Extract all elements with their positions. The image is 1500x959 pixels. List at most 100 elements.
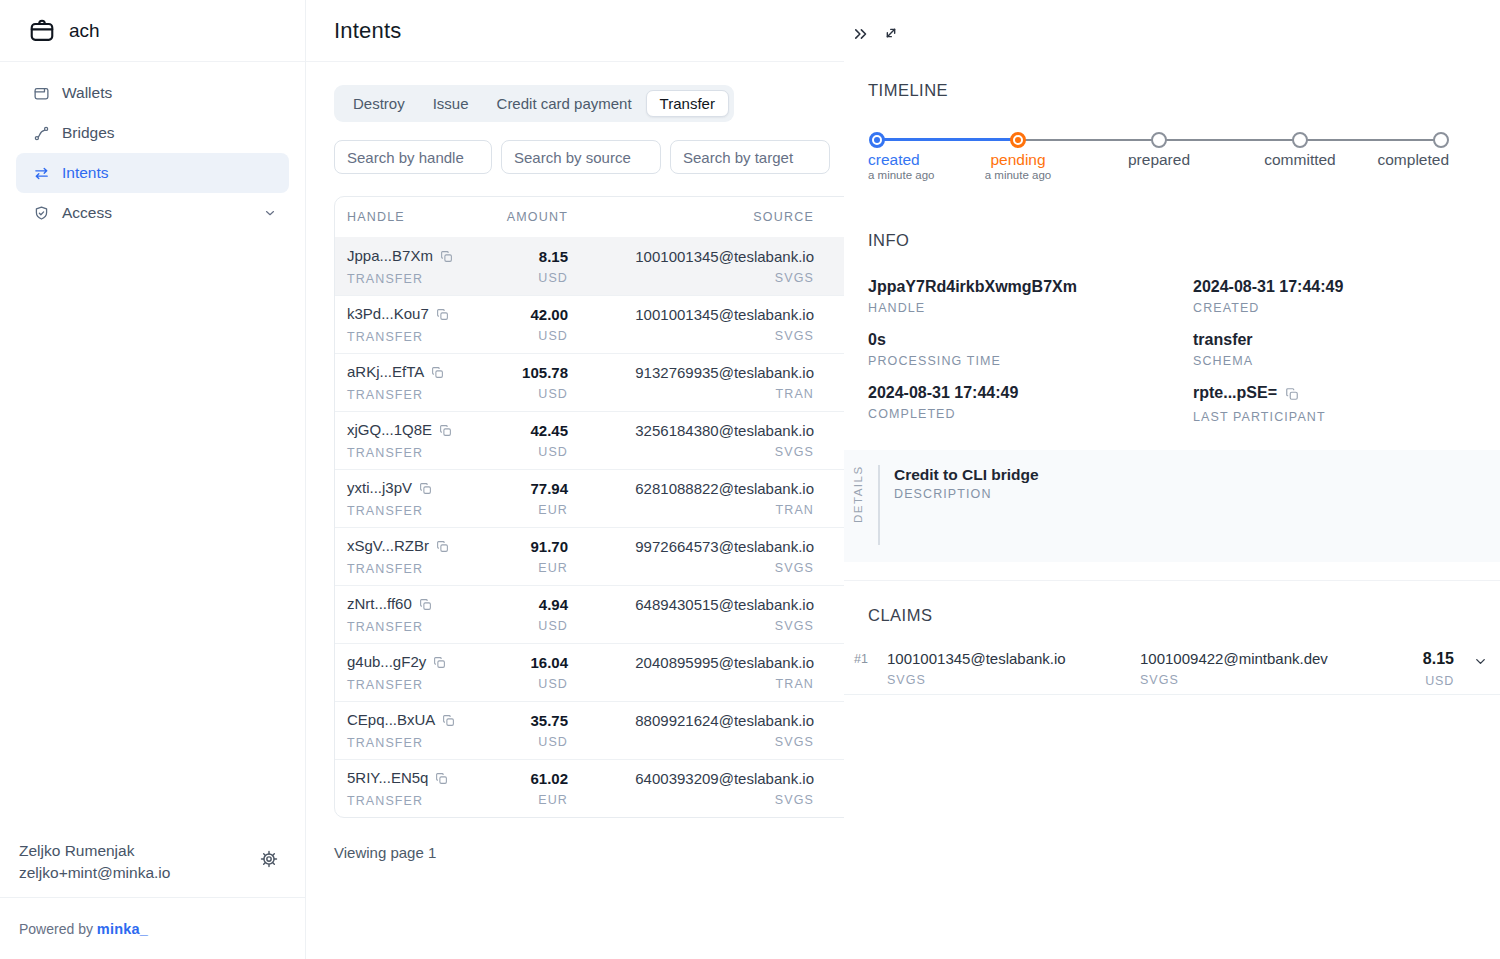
info-field-last-participant: rpte...pSE= LAST PARTICIPANT (1193, 384, 1326, 424)
row-amount: 105.78 (497, 363, 568, 382)
row-handle: xSgV...RZBr (347, 537, 429, 554)
collapse-panel-icon[interactable] (852, 25, 870, 47)
table-row[interactable]: xjGQ...1Q8ETRANSFER 42.45USD 3256184380@… (335, 411, 893, 469)
row-schema: SVGS (568, 792, 814, 808)
sidebar: ach Wallets (0, 0, 306, 959)
copy-icon[interactable] (435, 770, 448, 789)
sidebar-item-label: Access (62, 204, 112, 222)
copy-icon[interactable] (439, 422, 452, 441)
sidebar-item-bridges[interactable]: Bridges (16, 113, 289, 153)
claim-row[interactable]: #1 1001001345@teslabank.io SVGS 10010094… (844, 644, 1500, 695)
details-divider (878, 465, 880, 545)
row-amount: 4.94 (497, 595, 568, 614)
tab-credit-card-payment[interactable]: Credit card payment (483, 90, 646, 117)
copy-icon[interactable] (1285, 387, 1299, 405)
timeline-track-done (877, 138, 1018, 141)
expand-panel-icon[interactable] (883, 25, 899, 45)
row-currency: EUR (497, 792, 568, 808)
row-currency: USD (497, 444, 568, 460)
claim-expand-chevron-icon[interactable] (1473, 654, 1488, 673)
copy-icon[interactable] (442, 712, 455, 731)
table-row[interactable]: k3Pd...Kou7TRANSFER 42.00USD 1001001345@… (335, 295, 893, 353)
row-schema: SVGS (568, 734, 814, 750)
row-currency: EUR (497, 502, 568, 518)
claim-source: 1001001345@teslabank.io SVGS (887, 650, 1066, 687)
app: ach Wallets (0, 0, 1500, 959)
copy-icon[interactable] (419, 596, 432, 615)
info-field-schema: transfer SCHEMA (1193, 331, 1253, 368)
col-header-handle: HANDLE (335, 210, 497, 224)
table-row[interactable]: yxti...j3pVTRANSFER 77.94EUR 6281088822@… (335, 469, 893, 527)
copy-icon[interactable] (436, 538, 449, 557)
claim-currency: USD (1423, 674, 1454, 688)
tab-transfer[interactable]: Transfer (646, 90, 729, 117)
tab-destroy[interactable]: Destroy (339, 90, 419, 117)
row-source: 1001001345@teslabank.io (568, 305, 814, 324)
timeline-node-prepared (1151, 132, 1167, 148)
info-value: 0s (868, 331, 1001, 349)
copy-icon[interactable] (431, 364, 444, 383)
table-row[interactable]: xSgV...RZBrTRANSFER 91.70EUR 9972664573@… (335, 527, 893, 585)
copy-icon[interactable] (419, 480, 432, 499)
row-source: 9132769935@teslabank.io (568, 363, 814, 382)
row-source: 1001001345@teslabank.io (568, 247, 814, 266)
details-description-value: Credit to CLI bridge (894, 466, 1039, 484)
col-header-source: SOURCE (568, 210, 814, 224)
chevron-down-icon (263, 206, 277, 220)
copy-icon[interactable] (440, 248, 453, 267)
search-by-target-input[interactable] (670, 140, 830, 174)
page-title: Intents (334, 18, 401, 44)
row-type: TRANSFER (347, 329, 497, 345)
timeline-node-pending (1010, 132, 1026, 148)
row-currency: USD (497, 676, 568, 692)
row-handle: Jppa...B7Xm (347, 247, 433, 264)
info-label: HANDLE (868, 301, 1077, 315)
table-row[interactable]: CEpq...BxUATRANSFER 35.75USD 8809921624@… (335, 701, 893, 759)
intents-table: HANDLE AMOUNT SOURCE Jppa...B7XmTRANSFER… (334, 196, 894, 818)
sidebar-item-access[interactable]: Access (16, 193, 289, 233)
info-field-processing-time: 0s PROCESSING TIME (868, 331, 1001, 368)
timeline-step-label: committed (1264, 151, 1336, 169)
row-handle: zNrt...ff60 (347, 595, 412, 612)
timeline-step-time: a minute ago (985, 169, 1052, 181)
search-by-source-input[interactable] (501, 140, 661, 174)
row-type: TRANSFER (347, 561, 497, 577)
table-row[interactable]: g4ub...gF2yTRANSFER 16.04USD 2040895995@… (335, 643, 893, 701)
table-row[interactable]: 5RIY...EN5qTRANSFER 61.02EUR 6400393209@… (335, 759, 893, 817)
table-row[interactable]: aRKj...EfTATRANSFER 105.78USD 9132769935… (335, 353, 893, 411)
user-email: zeljko+mint@minka.io (19, 862, 170, 884)
row-type: TRANSFER (347, 387, 497, 403)
row-amount: 8.15 (497, 247, 568, 266)
info-field-completed: 2024-08-31 17:44:49 COMPLETED (868, 384, 1018, 421)
claim-target: 1001009422@mintbank.dev SVGS (1140, 650, 1328, 687)
row-type: TRANSFER (347, 503, 497, 519)
row-handle: k3Pd...Kou7 (347, 305, 429, 322)
copy-icon[interactable] (436, 306, 449, 325)
search-by-handle-input[interactable] (334, 140, 492, 174)
copy-icon[interactable] (433, 654, 446, 673)
row-amount: 61.02 (497, 769, 568, 788)
row-schema: TRAN (568, 386, 814, 402)
sidebar-item-wallets[interactable]: Wallets (16, 73, 289, 113)
claim-target-schema: SVGS (1140, 673, 1328, 687)
timeline-step-time: a minute ago (868, 169, 935, 181)
tab-issue[interactable]: Issue (419, 90, 483, 117)
info-label: LAST PARTICIPANT (1193, 410, 1326, 424)
sidebar-item-intents[interactable]: Intents (16, 153, 289, 193)
table-row[interactable]: Jppa...B7XmTRANSFER 8.15USD 1001001345@t… (335, 237, 893, 295)
user-info: Zeljko Rumenjak zeljko+mint@minka.io (19, 840, 170, 884)
timeline-step-label: prepared (1128, 151, 1190, 169)
row-currency: USD (497, 386, 568, 402)
detail-panel: TIMELINE created pending prepared commit… (844, 0, 1500, 959)
details-section: DETAILS Credit to CLI bridge DESCRIPTION (844, 450, 1500, 562)
shield-icon (33, 205, 50, 222)
brand-link[interactable]: minka_ (97, 921, 148, 937)
info-field-handle: JppaY7Rd4irkbXwmgB7Xm HANDLE (868, 278, 1077, 315)
row-handle: yxti...j3pV (347, 479, 412, 496)
settings-gear-icon[interactable] (259, 849, 279, 869)
info-value: 2024-08-31 17:44:49 (868, 384, 1018, 402)
claim-source-schema: SVGS (887, 673, 1066, 687)
row-source: 3256184380@teslabank.io (568, 421, 814, 440)
table-row[interactable]: zNrt...ff60TRANSFER 4.94USD 6489430515@t… (335, 585, 893, 643)
claim-index: #1 (854, 652, 868, 666)
